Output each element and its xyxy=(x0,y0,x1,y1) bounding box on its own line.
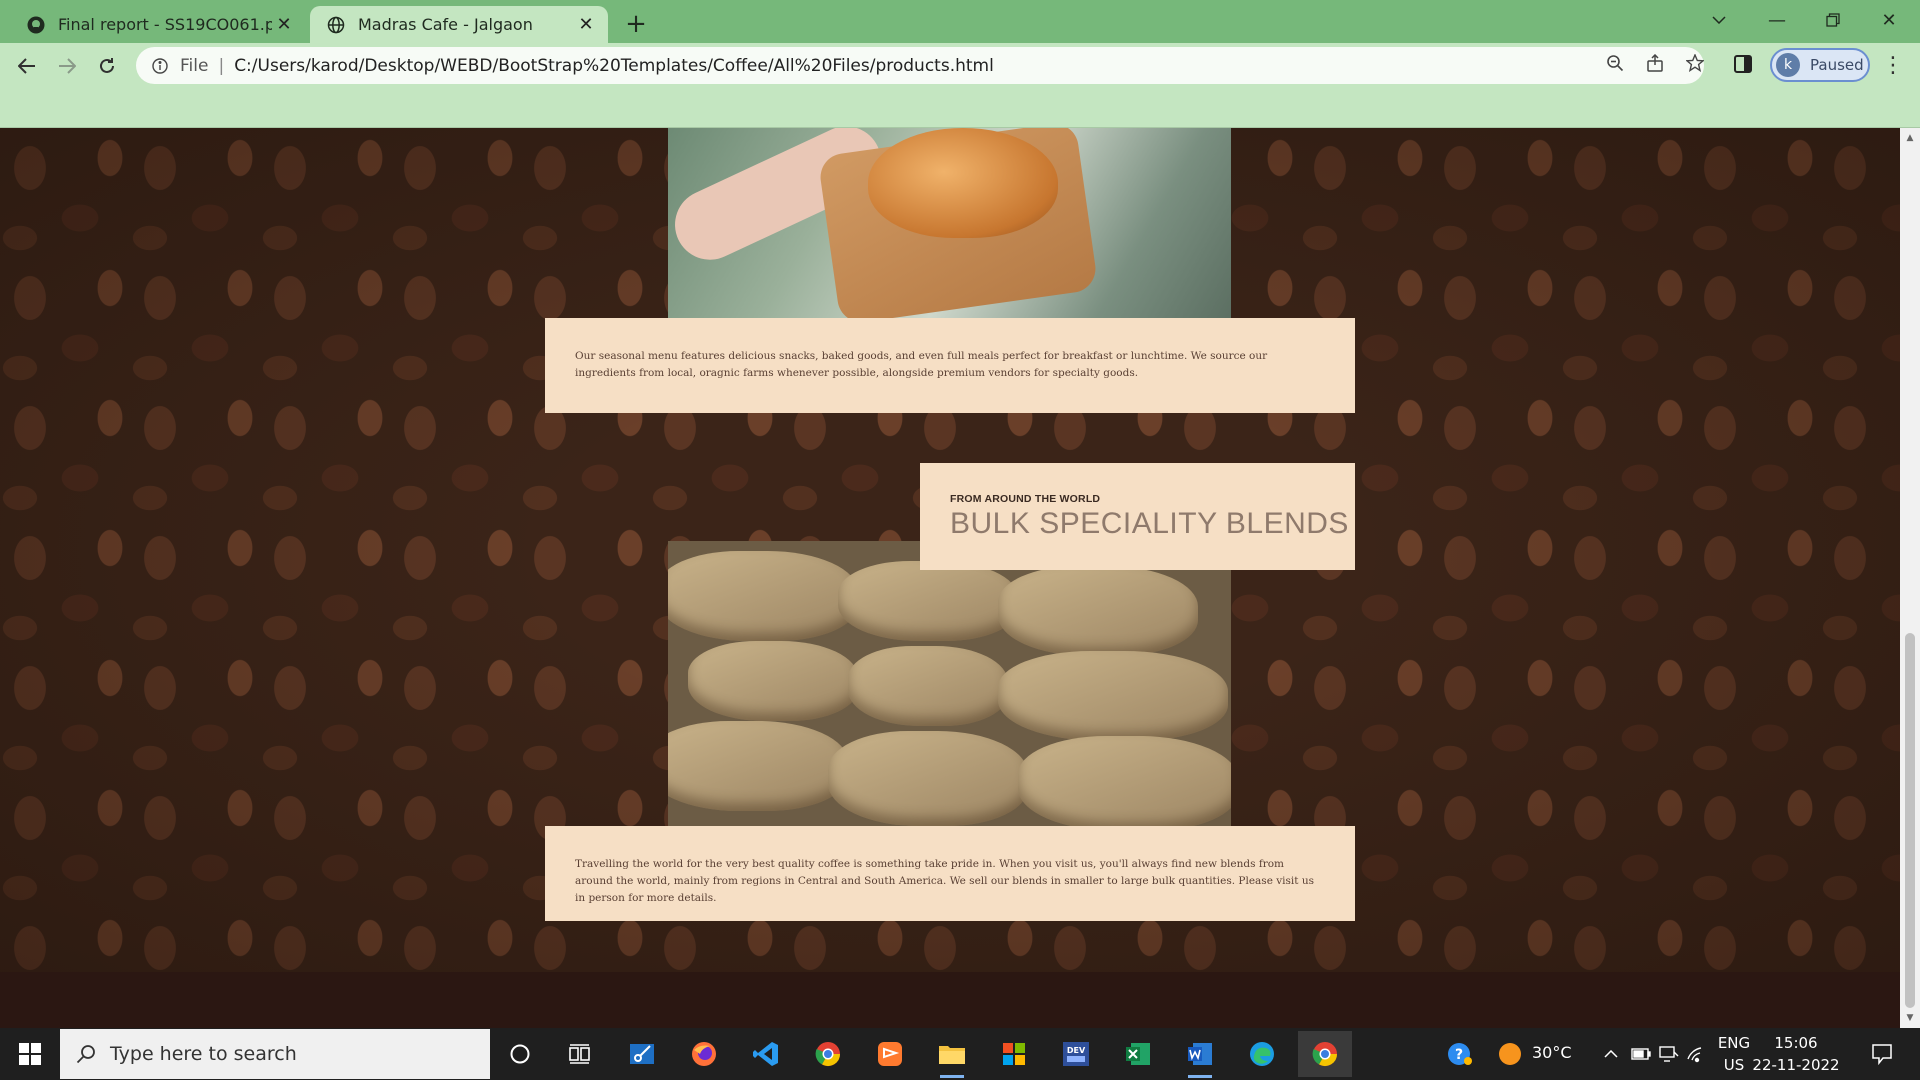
weather-temperature[interactable]: 30°C xyxy=(1532,1043,1572,1062)
close-tab-icon[interactable]: ✕ xyxy=(272,13,296,37)
scroll-down-arrow-icon[interactable]: ▼ xyxy=(1900,1010,1920,1026)
clock-time: 15:06 xyxy=(1774,1034,1818,1052)
search-icon xyxy=(74,1042,98,1066)
github-favicon-icon xyxy=(26,15,46,35)
file-explorer-icon[interactable] xyxy=(932,1036,972,1078)
chrome-active-icon[interactable] xyxy=(1298,1031,1352,1077)
page-footer xyxy=(0,972,1900,1028)
bulk-blends-text-card: Travelling the world for the very best q… xyxy=(545,826,1355,921)
input-language[interactable]: ENG US xyxy=(1714,1032,1754,1076)
restore-button[interactable] xyxy=(1806,0,1860,40)
svg-text:?: ? xyxy=(1455,1047,1463,1063)
tab-search-chevron-icon[interactable] xyxy=(1692,0,1746,40)
coffee-sacks-photo xyxy=(668,541,1231,828)
profile-button[interactable]: k Paused xyxy=(1770,48,1870,82)
bulk-blends-heading-card: FROM AROUND THE WORLD BULK SPECIALITY BL… xyxy=(920,463,1355,570)
sublime-icon[interactable] xyxy=(870,1036,910,1072)
tab-final-report[interactable]: Final report - SS19CO061.pdf ✕ xyxy=(10,6,306,43)
tab-title: Final report - SS19CO061.pdf xyxy=(58,15,272,34)
help-icon[interactable]: ? xyxy=(1440,1036,1480,1072)
snipping-tool-icon[interactable] xyxy=(622,1036,662,1072)
scroll-up-arrow-icon[interactable]: ▲ xyxy=(1900,130,1920,146)
display-icon[interactable] xyxy=(1656,1036,1682,1072)
url-text: C:/Users/karod/Desktop/WEBD/BootStrap%20… xyxy=(234,55,994,76)
minimize-button[interactable]: — xyxy=(1750,0,1804,40)
windows-taskbar: Type here to search DEV ? 30°C ENG US 15… xyxy=(0,1028,1920,1080)
url-separator: | xyxy=(218,55,225,76)
close-window-button[interactable]: ✕ xyxy=(1862,0,1916,40)
task-view-icon[interactable] xyxy=(560,1036,600,1072)
chrome-icon[interactable] xyxy=(808,1036,848,1072)
forward-arrow-icon[interactable] xyxy=(50,49,84,83)
windows-start-icon[interactable] xyxy=(10,1038,50,1070)
scrollbar-thumb[interactable] xyxy=(1905,633,1915,1008)
zoom-icon[interactable] xyxy=(1604,52,1626,74)
profile-status: Paused xyxy=(1810,56,1864,74)
clock-date: 22-11-2022 xyxy=(1752,1056,1840,1074)
section-heading: BULK SPECIALITY BLENDS xyxy=(950,507,1349,540)
browser-menu-icon[interactable]: ⋮ xyxy=(1882,50,1904,80)
avatar: k xyxy=(1776,53,1800,77)
share-icon[interactable] xyxy=(1644,52,1666,74)
tab-strip: Final report - SS19CO061.pdf ✕ Madras Ca… xyxy=(0,0,1920,43)
reload-icon[interactable] xyxy=(90,49,124,83)
microsoft-store-icon[interactable] xyxy=(994,1036,1034,1072)
system-clock[interactable]: 15:06 22-11-2022 xyxy=(1752,1032,1840,1076)
section-subheading: FROM AROUND THE WORLD xyxy=(950,493,1101,505)
url-scheme: File xyxy=(180,55,209,76)
battery-icon[interactable] xyxy=(1628,1036,1654,1072)
close-tab-icon[interactable]: ✕ xyxy=(574,13,598,37)
site-info-icon[interactable] xyxy=(150,56,170,76)
address-bar[interactable]: File | C:/Users/karod/Desktop/WEBD/BootS… xyxy=(136,47,1704,84)
croissant-photo xyxy=(668,128,1231,318)
side-panel-icon[interactable] xyxy=(1734,55,1756,77)
firefox-icon[interactable] xyxy=(684,1036,724,1072)
browser-toolbar: File | C:/Users/karod/Desktop/WEBD/BootS… xyxy=(0,43,1920,88)
bookmark-star-icon[interactable] xyxy=(1684,52,1706,74)
bookmark-bar xyxy=(0,88,1920,128)
bulk-blends-text: Travelling the world for the very best q… xyxy=(575,858,1314,904)
new-tab-button[interactable]: + xyxy=(620,8,652,40)
svg-text:DEV: DEV xyxy=(1067,1046,1086,1055)
edge-icon[interactable] xyxy=(1242,1036,1282,1072)
notifications-icon[interactable] xyxy=(1862,1036,1902,1072)
show-hidden-icons-chevron-icon[interactable] xyxy=(1598,1036,1624,1072)
weather-sun-icon[interactable] xyxy=(1490,1036,1530,1072)
search-placeholder: Type here to search xyxy=(110,1043,297,1065)
menu-intro-card: Our seasonal menu features delicious sna… xyxy=(545,318,1355,413)
region-code: US xyxy=(1723,1056,1745,1074)
menu-intro-text: Our seasonal menu features delicious sna… xyxy=(575,350,1268,379)
cortana-icon[interactable] xyxy=(500,1036,540,1072)
tab-madras-cafe[interactable]: Madras Cafe - Jalgaon ✕ xyxy=(310,6,608,43)
vertical-scrollbar[interactable]: ▲ ▼ xyxy=(1900,128,1920,1028)
back-arrow-icon[interactable] xyxy=(10,49,44,83)
language-code: ENG xyxy=(1717,1034,1751,1052)
dev-cpp-icon[interactable]: DEV xyxy=(1056,1036,1096,1072)
page-viewport: Our seasonal menu features delicious sna… xyxy=(0,128,1900,1028)
tab-title: Madras Cafe - Jalgaon xyxy=(358,15,533,34)
wifi-icon[interactable] xyxy=(1684,1036,1710,1072)
vscode-icon[interactable] xyxy=(746,1036,786,1072)
taskbar-search-input[interactable]: Type here to search xyxy=(60,1029,490,1079)
globe-icon xyxy=(326,15,346,35)
excel-icon[interactable] xyxy=(1118,1036,1158,1072)
word-icon[interactable] xyxy=(1180,1036,1220,1078)
